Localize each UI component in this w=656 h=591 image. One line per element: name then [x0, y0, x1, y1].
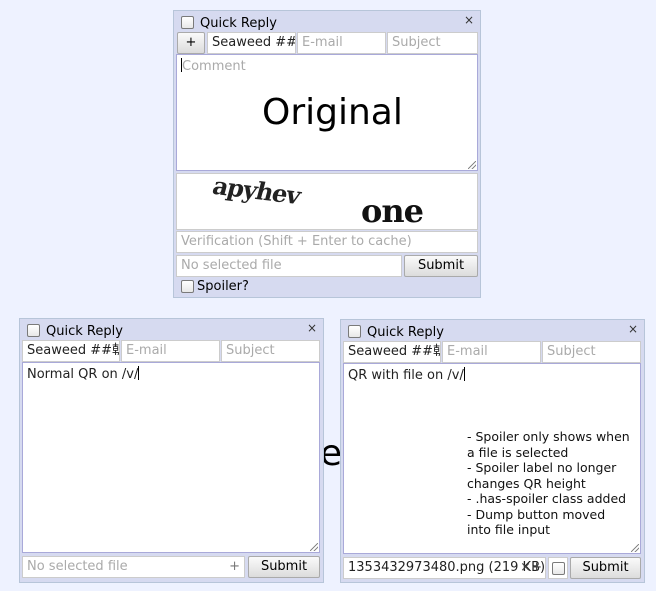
- overlay-label-original: Original: [262, 92, 403, 133]
- qr-title: Quick Reply: [367, 325, 444, 340]
- qr-new-normal: Quick Reply × Seaweed ##朝1 E-mail Subjec…: [19, 318, 324, 583]
- captcha-word-2: one: [361, 192, 424, 230]
- dump-button[interactable]: +: [177, 32, 205, 54]
- submit-button[interactable]: Submit: [404, 255, 478, 277]
- note-line: - .has-spoiler class added: [467, 491, 627, 506]
- qr-title: Quick Reply: [200, 16, 277, 31]
- dump-add-icon[interactable]: +: [531, 560, 542, 576]
- name-field[interactable]: Seaweed ##朝1: [22, 340, 120, 362]
- autohide-checkbox[interactable]: [348, 325, 361, 338]
- subject-field[interactable]: Subject: [387, 32, 478, 54]
- change-notes: - Spoiler only shows when a file is sele…: [467, 429, 630, 538]
- close-icon[interactable]: ×: [307, 321, 317, 335]
- file-input[interactable]: No selected file +: [22, 556, 245, 578]
- note-line: a file is selected: [467, 444, 569, 460]
- spoiler-checkbox[interactable]: [552, 562, 565, 575]
- comment-text: QR with file on /v/: [348, 368, 464, 383]
- email-field[interactable]: E-mail: [121, 340, 220, 362]
- file-input[interactable]: 1353432973480.png (219 KB) × +: [343, 557, 546, 579]
- submit-button[interactable]: Submit: [248, 556, 320, 578]
- file-input[interactable]: No selected file: [176, 255, 402, 277]
- resize-handle[interactable]: [631, 544, 639, 552]
- spoiler-checkbox[interactable]: [181, 280, 194, 293]
- email-field[interactable]: E-mail: [442, 341, 541, 363]
- comment-placeholder: Comment: [182, 59, 246, 74]
- note-line: - Spoiler label no longer: [467, 460, 617, 475]
- resize-handle[interactable]: [468, 161, 476, 169]
- remove-file-icon[interactable]: ×: [520, 560, 531, 576]
- name-field[interactable]: Seaweed ##朝: [207, 32, 296, 54]
- spoiler-box: [548, 557, 568, 579]
- note-line: - Spoiler only shows when: [467, 429, 630, 444]
- dump-add-icon[interactable]: +: [229, 559, 240, 575]
- comment-text: Normal QR on /v/: [27, 367, 139, 382]
- resize-handle[interactable]: [310, 543, 318, 551]
- qr-original-header[interactable]: Quick Reply ×: [176, 13, 478, 33]
- spoiler-label: Spoiler?: [197, 279, 249, 294]
- qr-new-file-header[interactable]: Quick Reply ×: [343, 322, 642, 342]
- captcha-image[interactable]: apyhev one: [176, 173, 478, 230]
- close-icon[interactable]: ×: [628, 322, 638, 336]
- qr-title: Quick Reply: [46, 324, 123, 339]
- subject-field[interactable]: Subject: [221, 340, 320, 362]
- qr-new-normal-header[interactable]: Quick Reply ×: [22, 321, 321, 341]
- autohide-checkbox[interactable]: [181, 16, 194, 29]
- note-line: changes QR height: [467, 475, 586, 491]
- name-field[interactable]: Seaweed ##朝1: [343, 341, 441, 363]
- comment-field[interactable]: Normal QR on /v/: [22, 362, 320, 553]
- email-field[interactable]: E-mail: [297, 32, 386, 54]
- close-icon[interactable]: ×: [464, 13, 474, 27]
- note-line: - Dump button moved: [467, 506, 606, 522]
- qr-original: Quick Reply × + Seaweed ##朝 E-mail Subje…: [173, 10, 481, 298]
- subject-field[interactable]: Subject: [542, 341, 641, 363]
- submit-button[interactable]: Submit: [570, 557, 641, 579]
- note-line: into file input: [467, 522, 551, 537]
- text-caret: [463, 367, 465, 381]
- file-placeholder: No selected file: [27, 559, 128, 574]
- file-name: 1353432973480.png (219 KB): [348, 560, 546, 575]
- captcha-input[interactable]: Verification (Shift + Enter to cache): [176, 231, 478, 253]
- autohide-checkbox[interactable]: [27, 324, 40, 337]
- qr-new-with-file: Quick Reply × Seaweed ##朝1 E-mail Subjec…: [340, 319, 645, 583]
- text-caret: [138, 366, 140, 380]
- captcha-word-1: apyhev: [209, 173, 304, 210]
